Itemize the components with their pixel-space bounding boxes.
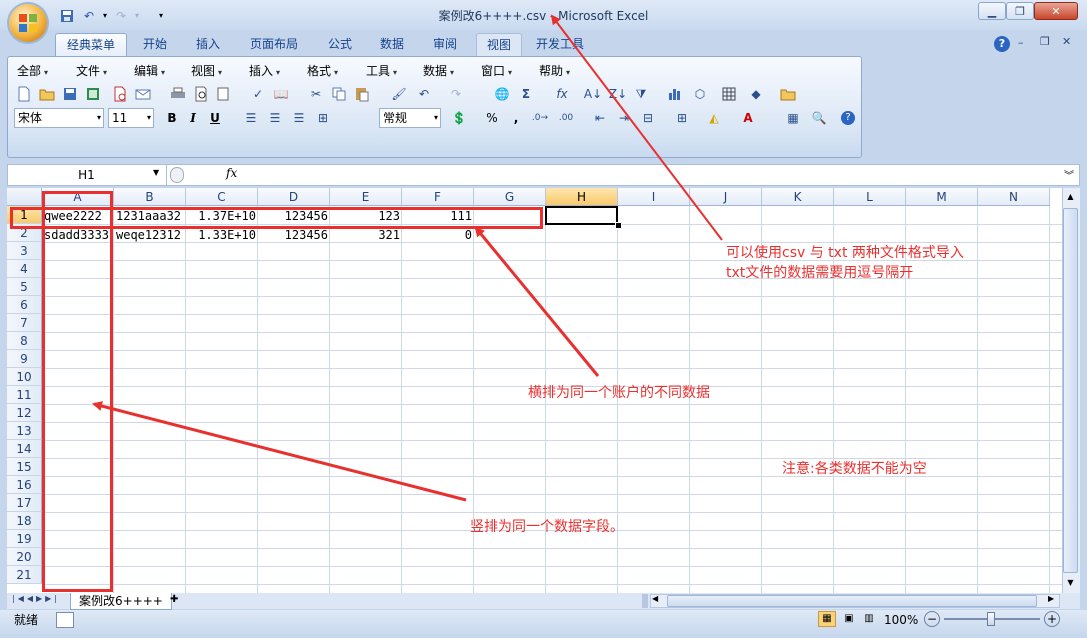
office-button[interactable] (9, 4, 47, 42)
sheet-tab[interactable]: 案例改6++++ (70, 593, 172, 610)
scroll-right-icon[interactable]: ▶ (1048, 594, 1054, 603)
page-layout-view-icon[interactable]: ▣ (840, 611, 858, 627)
horizontal-scroll-thumb[interactable] (667, 595, 1037, 607)
tab-split-handle[interactable] (642, 594, 648, 608)
normal-view-icon[interactable]: ▦ (818, 611, 836, 627)
zoom-level[interactable]: 100% (884, 612, 918, 628)
arrow-to-column (92, 401, 467, 502)
macro-record-icon[interactable] (56, 612, 74, 628)
scroll-left-icon[interactable]: ◀ (652, 594, 658, 603)
scroll-up-icon[interactable]: ▲ (1064, 190, 1077, 204)
sheet-nav-icons[interactable]: |◀◀▶▶| (12, 594, 60, 603)
office-logo-icon (19, 14, 37, 32)
arrow-to-row (474, 226, 600, 377)
insert-sheet-icon[interactable]: ✚ (170, 594, 190, 608)
zoom-out-icon[interactable]: − (924, 611, 940, 627)
scroll-down-icon[interactable]: ▼ (1064, 576, 1077, 590)
page-break-view-icon[interactable]: ▥ (860, 611, 878, 627)
arrow-to-title (550, 14, 723, 241)
status-mode: 就绪 (14, 613, 39, 627)
zoom-in-icon[interactable]: + (1044, 611, 1060, 627)
vertical-scroll-thumb[interactable] (1063, 208, 1078, 573)
annotation-arrows (92, 14, 723, 502)
zoom-slider-thumb[interactable] (987, 612, 995, 626)
status-bar (0, 610, 1087, 638)
